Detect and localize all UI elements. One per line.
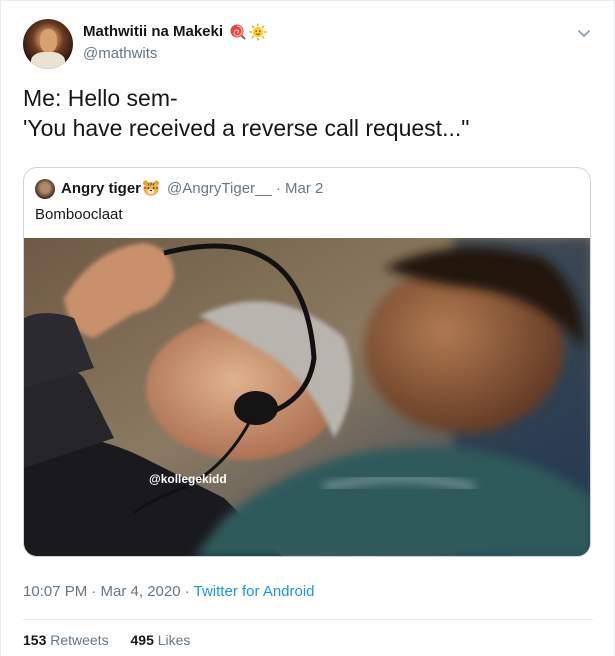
retweets-stat[interactable]: 153 Retweets bbox=[23, 632, 109, 648]
likes-count: 495 bbox=[130, 632, 154, 648]
image-watermark: @kollegekidd bbox=[149, 472, 227, 486]
quoted-tweet-text: Bombooclaat bbox=[35, 206, 123, 223]
author-handle[interactable]: @mathwits bbox=[83, 45, 157, 62]
tweet-source-link[interactable]: Twitter for Android bbox=[194, 583, 315, 600]
likes-stat[interactable]: 495 Likes bbox=[131, 632, 191, 648]
tweet-stats: 153 Retweets 495 Likes bbox=[23, 632, 208, 648]
tweet-text-line: Me: Hello sem- bbox=[23, 85, 178, 111]
lollipop-icon bbox=[230, 24, 246, 40]
retweets-count: 153 bbox=[23, 632, 47, 648]
author-display-name[interactable]: Mathwitii na Makeki bbox=[83, 23, 223, 40]
tweet-text: Me: Hello sem- 'You have received a reve… bbox=[23, 83, 593, 143]
chevron-down-icon[interactable] bbox=[576, 25, 592, 41]
quoted-tweet[interactable]: Angry tiger @AngryTiger__ · Mar 2 Bomboo… bbox=[23, 167, 591, 557]
author-avatar[interactable] bbox=[23, 19, 73, 69]
tiger-face-icon bbox=[143, 180, 159, 196]
quoted-author-avatar bbox=[35, 179, 55, 199]
tweet-meta: 10:07 PM · Mar 4, 2020 · Twitter for And… bbox=[23, 583, 315, 600]
retweets-label: Retweets bbox=[50, 632, 109, 648]
meme-photo bbox=[24, 238, 590, 556]
divider bbox=[23, 619, 593, 620]
quoted-author-name: Angry tiger bbox=[61, 180, 142, 197]
sun-face-icon bbox=[249, 23, 267, 41]
avatar-clothing bbox=[31, 52, 65, 69]
likes-label: Likes bbox=[157, 632, 191, 648]
tweet-timestamp[interactable]: 10:07 PM · Mar 4, 2020 · bbox=[23, 583, 194, 600]
quoted-media-image[interactable]: @kollegekidd bbox=[24, 238, 590, 556]
tweet-card: Mathwitii na Makeki @mathwits Me: Hello … bbox=[0, 0, 615, 656]
avatar-face bbox=[40, 29, 57, 53]
tweet-text-line: 'You have received a reverse call reques… bbox=[23, 115, 470, 141]
quoted-handle-date: @AngryTiger__ · Mar 2 bbox=[167, 180, 324, 197]
